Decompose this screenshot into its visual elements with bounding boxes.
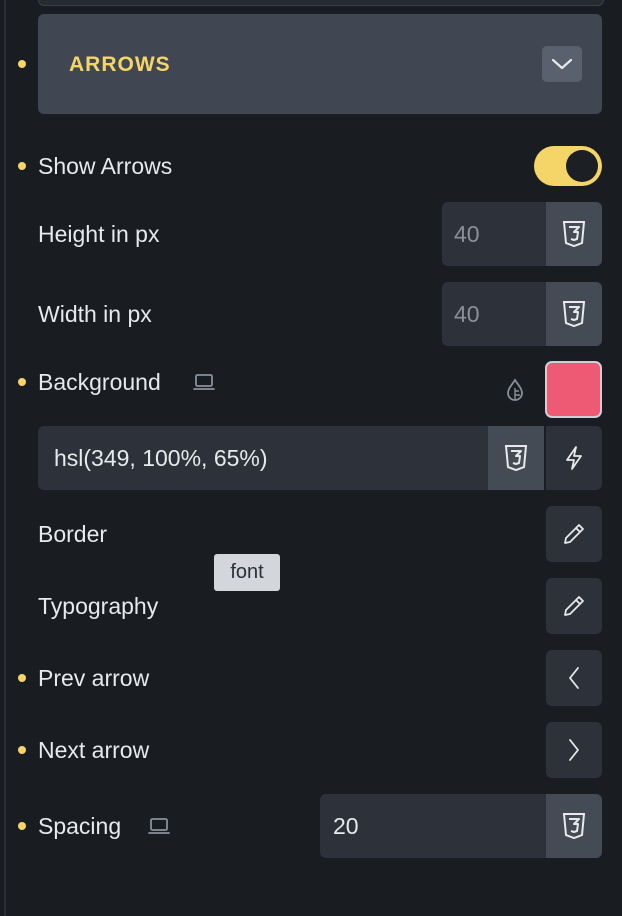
drop-icon[interactable] (504, 378, 526, 402)
prev-arrow-label: Prev arrow (38, 665, 150, 691)
spacing-input[interactable]: 20 (320, 794, 602, 858)
panel-rule (4, 0, 6, 916)
toggle-knob (566, 150, 598, 182)
width-label: Width in px (38, 301, 152, 327)
height-value[interactable]: 40 (454, 202, 480, 266)
background-color-input[interactable]: hsl(349, 100%, 65%) (38, 426, 544, 490)
laptop-icon (193, 374, 215, 390)
modified-indicator (18, 162, 26, 170)
section-title: ARROWS (69, 53, 171, 76)
border-edit-button[interactable] (546, 506, 602, 562)
typography-label: Typography (38, 593, 159, 619)
width-input[interactable]: 40 (442, 282, 602, 346)
next-arrow-label: Next arrow (38, 737, 150, 763)
height-css-button[interactable] (546, 202, 602, 266)
chevron-down-icon (551, 58, 573, 70)
width-value[interactable]: 40 (454, 282, 480, 346)
previous-section-edge (38, 0, 604, 6)
background-color-swatch[interactable] (545, 361, 602, 418)
modified-indicator (18, 674, 26, 682)
spacing-label: Spacing (38, 813, 122, 839)
css3-icon (562, 221, 586, 248)
background-css-button[interactable] (488, 426, 544, 490)
swatch-fill (547, 363, 600, 416)
prev-arrow-icon-picker[interactable] (546, 650, 602, 706)
section-header-arrows[interactable]: ARROWS (38, 14, 602, 114)
css3-icon (562, 813, 586, 840)
chevron-right-icon (569, 739, 579, 761)
height-input[interactable]: 40 (442, 202, 602, 266)
spacing-css-button[interactable] (546, 794, 602, 858)
collapse-button[interactable] (542, 46, 582, 82)
dynamic-data-button[interactable] (546, 426, 602, 490)
modified-indicator (18, 60, 26, 68)
show-arrows-toggle[interactable] (534, 146, 602, 186)
height-label: Height in px (38, 221, 160, 247)
chevron-left-icon (569, 667, 579, 689)
css3-icon (562, 301, 586, 328)
show-arrows-label: Show Arrows (38, 153, 173, 179)
laptop-icon (148, 818, 170, 834)
modified-indicator (18, 822, 26, 830)
background-label: Background (38, 369, 161, 395)
typography-edit-button[interactable] (546, 578, 602, 634)
tooltip: font (214, 554, 280, 591)
css3-icon (504, 445, 528, 472)
pencil-icon (564, 596, 584, 616)
pencil-icon (564, 524, 584, 544)
modified-indicator (18, 378, 26, 386)
modified-indicator (18, 746, 26, 754)
border-label: Border (38, 521, 108, 547)
next-arrow-icon-picker[interactable] (546, 722, 602, 778)
background-color-value[interactable]: hsl(349, 100%, 65%) (54, 426, 268, 490)
bolt-icon (566, 446, 582, 470)
spacing-value[interactable]: 20 (333, 794, 359, 858)
width-css-button[interactable] (546, 282, 602, 346)
